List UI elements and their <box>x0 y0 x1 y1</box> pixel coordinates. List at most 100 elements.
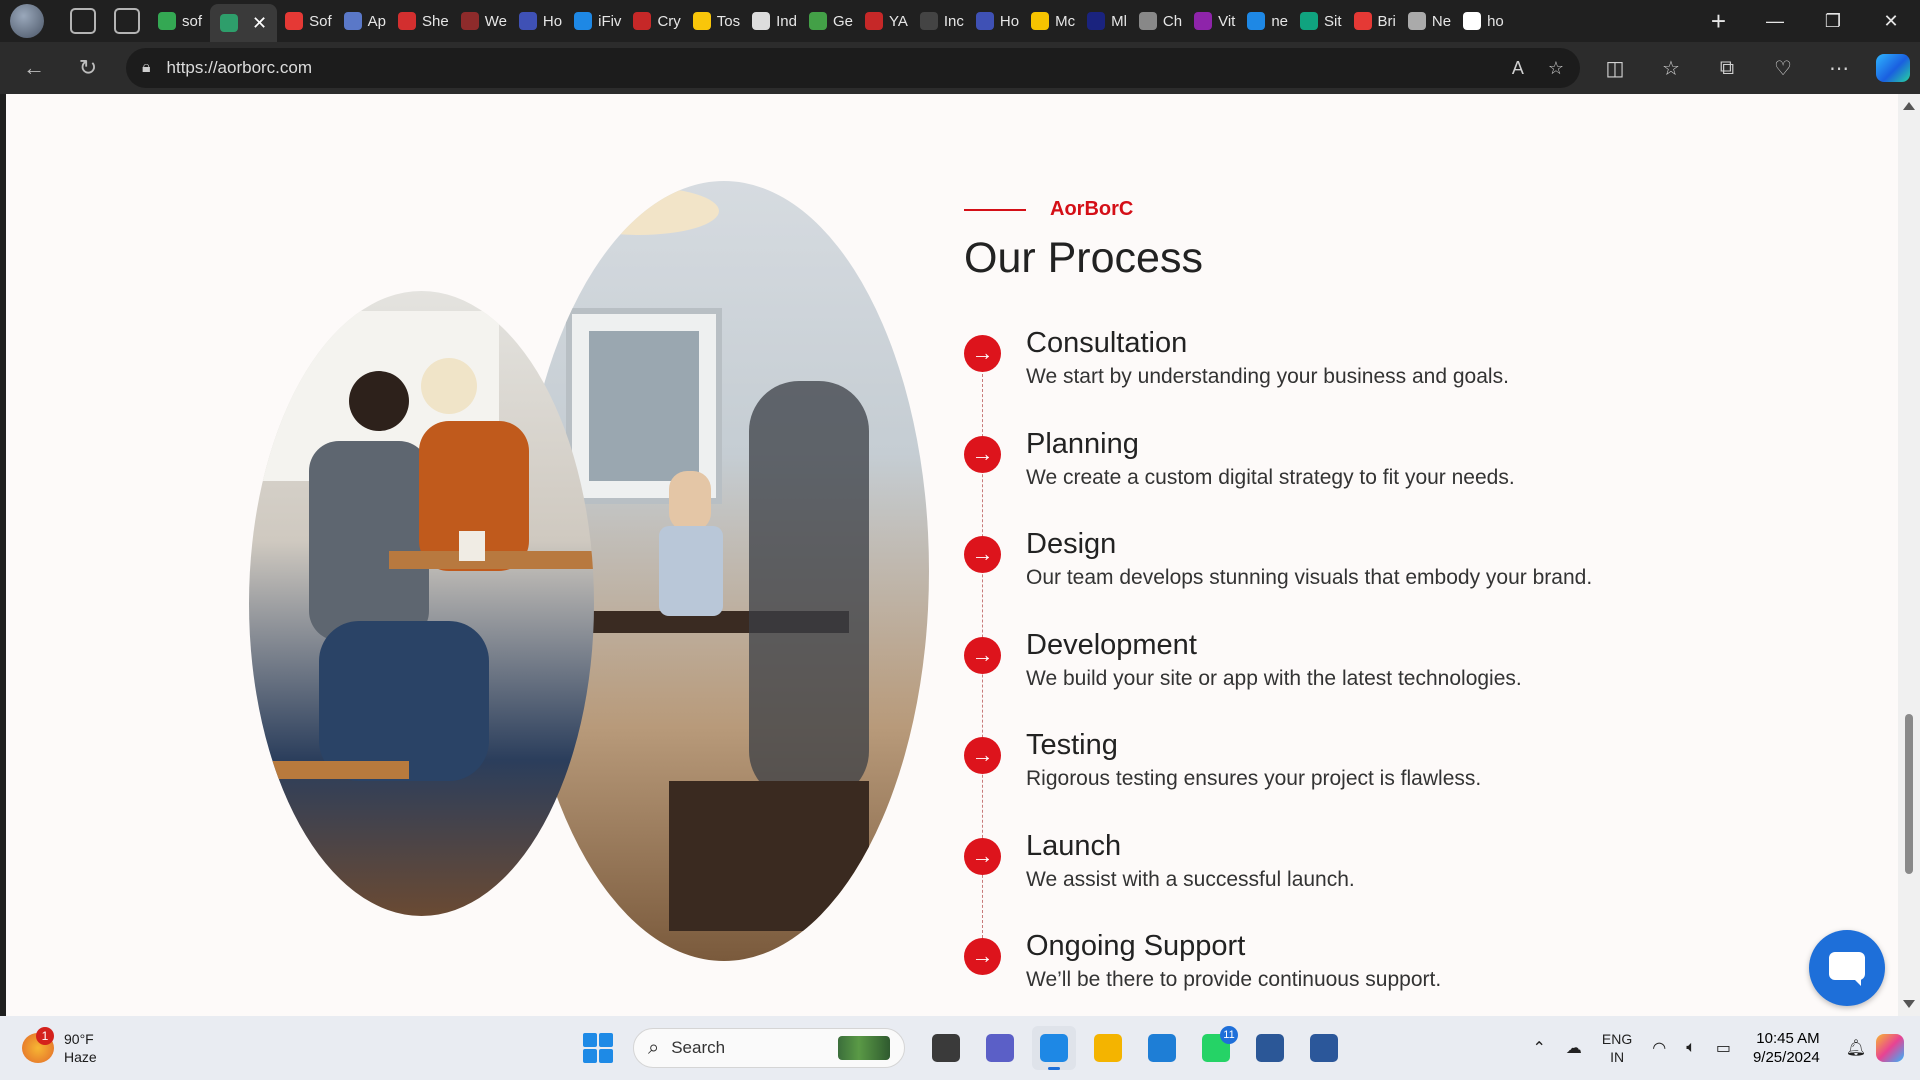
tab[interactable]: Ho <box>515 5 566 37</box>
search-highlight-icon <box>838 1036 890 1060</box>
minimize-button[interactable]: — <box>1746 0 1804 42</box>
close-tab-icon[interactable]: ✕ <box>252 13 267 34</box>
tab[interactable]: sof <box>154 5 206 37</box>
tab-favicon-icon <box>343 12 362 30</box>
tab[interactable]: Mc <box>1027 5 1079 37</box>
tab[interactable]: Bri <box>1350 5 1400 37</box>
tab[interactable]: Ind <box>748 5 801 37</box>
favorites-icon[interactable]: ☆ <box>1650 56 1692 81</box>
chat-bubble-icon <box>1829 952 1865 986</box>
tab[interactable]: Ne <box>1404 5 1455 37</box>
tab[interactable]: Inc <box>916 5 968 37</box>
arrow-right-icon: → <box>964 435 1001 473</box>
copilot-icon[interactable] <box>1876 54 1910 82</box>
clock[interactable]: 10:45 AM 9/25/2024 <box>1753 1029 1820 1067</box>
split-screen-icon[interactable]: ◫ <box>1594 56 1636 81</box>
tab[interactable]: Ml <box>1083 5 1131 37</box>
process-step: → Launch We assist with a successful launc… <box>964 830 1784 934</box>
scroll-down-arrow[interactable] <box>1903 1000 1915 1008</box>
tab[interactable]: Ge <box>805 5 857 37</box>
tab[interactable]: She <box>394 5 453 37</box>
process-steps: → Consultation We start by understanding y… <box>964 327 1784 1016</box>
onedrive-icon[interactable]: ☁ <box>1566 1038 1582 1058</box>
language-line1: ENG <box>1601 1031 1633 1047</box>
favorite-star-icon[interactable]: ☆ <box>1548 58 1564 79</box>
taskbar-search[interactable]: ⌕ Search <box>633 1028 905 1068</box>
process-step: → Ongoing Support We’ll be there to provid… <box>964 930 1784 1016</box>
file-explorer-app[interactable] <box>1086 1026 1130 1070</box>
volume-icon[interactable]: 🔈︎ <box>1686 1039 1696 1057</box>
notifications-icon[interactable]: 🔔︎ <box>1846 1038 1866 1058</box>
chat-widget-button[interactable] <box>1809 930 1885 1006</box>
vscode-app[interactable] <box>1140 1026 1184 1070</box>
word-app[interactable] <box>1302 1026 1346 1070</box>
tab[interactable]: Cry <box>629 5 684 37</box>
edge-app[interactable] <box>1032 1026 1076 1070</box>
tab[interactable]: iFiv <box>570 5 625 37</box>
refresh-icon[interactable]: ↻ <box>68 48 108 88</box>
tab-favicon-icon <box>1353 12 1372 30</box>
task-view-app[interactable] <box>924 1026 968 1070</box>
arrow-right-icon: → <box>964 335 1001 372</box>
tab[interactable]: Sof <box>281 5 336 37</box>
browser-essentials-icon[interactable]: ♡ <box>1762 56 1804 81</box>
step-description: Our team develops stunning visuals that … <box>1026 566 1593 589</box>
page-scrollbar[interactable] <box>1898 94 1920 1016</box>
collections-icon[interactable]: ⧉ <box>1706 57 1748 80</box>
profile-avatar[interactable] <box>10 4 44 38</box>
process-image-group <box>249 181 949 961</box>
tab-label: ho <box>1487 12 1504 30</box>
show-hidden-icons-icon[interactable]: ⌃ <box>1533 1038 1546 1058</box>
snipping-tool-app[interactable] <box>1248 1026 1292 1070</box>
restore-button[interactable]: ❐ <box>1804 0 1862 42</box>
tab-label: We <box>484 12 507 30</box>
workspaces-icon[interactable] <box>70 8 96 34</box>
tab[interactable]: Ho <box>972 5 1023 37</box>
tab-label: Ge <box>832 12 853 30</box>
tab-favicon-icon <box>518 12 537 30</box>
scroll-up-arrow[interactable] <box>1903 102 1915 110</box>
notification-count-badge: 11 <box>1220 1026 1238 1044</box>
language-indicator[interactable]: ENG IN <box>1602 1030 1632 1066</box>
tab-label: Bri <box>1377 12 1396 30</box>
arrow-right-icon: → <box>964 837 1001 875</box>
scroll-thumb[interactable] <box>1905 714 1913 874</box>
accent-line <box>964 208 1026 211</box>
tab[interactable]: Tos <box>689 5 744 37</box>
vertical-tabs-icon[interactable] <box>114 8 140 34</box>
tab-label: Cry <box>657 12 681 30</box>
tab-label: Ne <box>1431 12 1452 30</box>
copilot-taskbar-icon[interactable] <box>1876 1034 1904 1062</box>
close-window-button[interactable]: ✕ <box>1862 0 1920 42</box>
tab[interactable]: Sit <box>1296 5 1346 37</box>
teams-app[interactable] <box>978 1026 1022 1070</box>
tab-label: She <box>421 12 449 30</box>
wifi-icon[interactable]: ◠ <box>1652 1038 1666 1058</box>
new-tab-button[interactable]: + <box>1711 6 1726 37</box>
tab[interactable]: Ap <box>340 5 390 37</box>
step-description: Rigorous testing ensures your project is… <box>1026 767 1482 790</box>
address-bar[interactable]: 🔒︎ https://aorborc.com A ☆ <box>126 48 1580 88</box>
tab[interactable]: YA <box>861 5 912 37</box>
tab-favicon-icon <box>460 12 479 30</box>
process-step: → Design Our team develops stunning visual… <box>964 528 1784 632</box>
battery-icon[interactable]: ▭ <box>1716 1038 1731 1058</box>
tab[interactable]: ne <box>1243 5 1292 37</box>
weather-widget[interactable]: 1 90°F Haze <box>22 1027 162 1066</box>
lock-icon[interactable]: 🔒︎ <box>142 59 151 77</box>
tab[interactable]: Ch <box>1135 5 1186 37</box>
more-options-icon[interactable]: ⋯ <box>1818 56 1860 81</box>
read-aloud-icon[interactable]: A <box>1512 58 1524 79</box>
arrow-right-icon: → <box>964 737 1001 774</box>
window-controls: — ❐ ✕ <box>1746 0 1920 42</box>
step-title: Ongoing Support <box>1026 930 1246 962</box>
tab[interactable]: Vit <box>1190 5 1239 37</box>
whatsapp-app[interactable]: 11 <box>1194 1026 1238 1070</box>
tab[interactable]: ho <box>1459 5 1508 37</box>
url-text[interactable]: https://aorborc.com <box>167 58 1488 78</box>
tab-active[interactable]: ✕ <box>210 4 278 42</box>
step-description: We assist with a successful launch. <box>1026 867 1355 891</box>
tab[interactable]: We <box>457 5 511 37</box>
back-icon[interactable]: ← <box>14 48 54 88</box>
start-button[interactable] <box>583 1033 613 1063</box>
